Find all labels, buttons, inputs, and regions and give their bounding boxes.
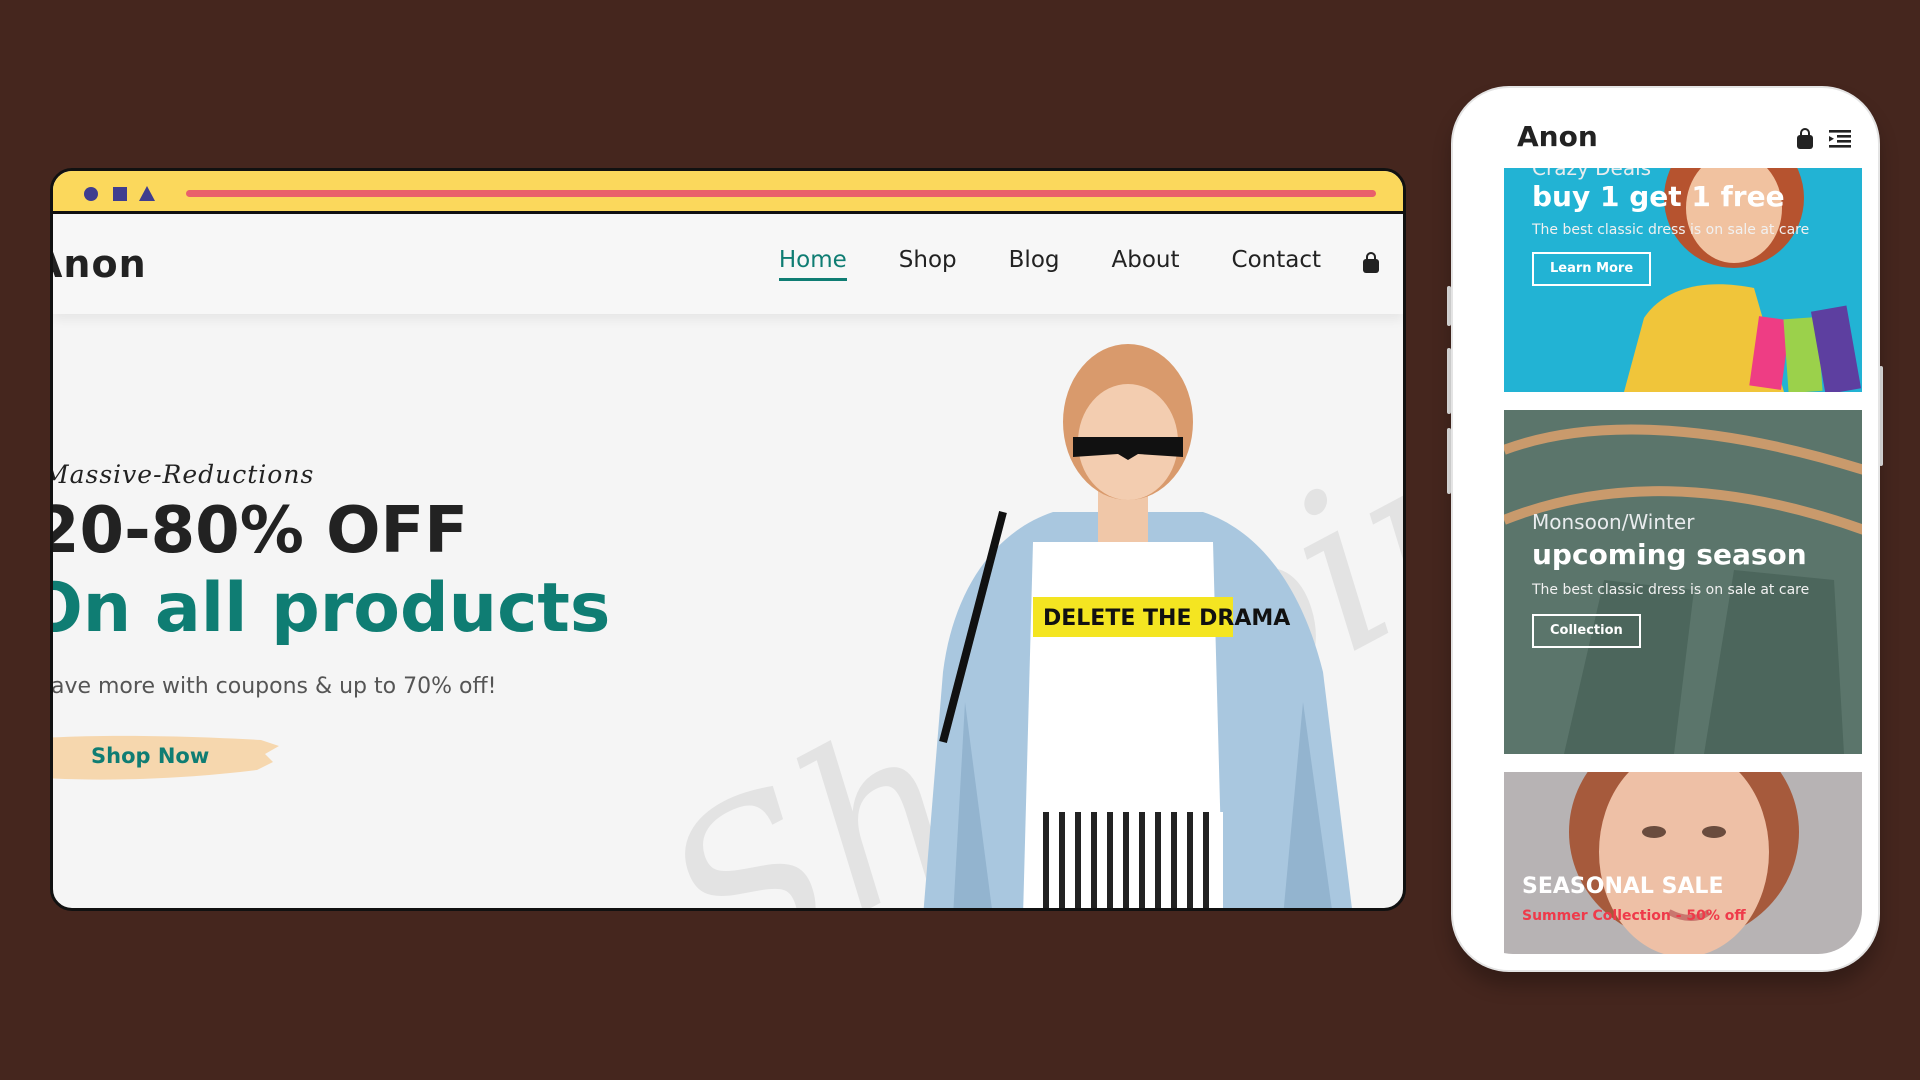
nav-home[interactable]: Home (778, 247, 847, 281)
mobile-site-logo[interactable]: Anon (1517, 120, 1598, 153)
banner-subtitle: Crazy Deals (1532, 168, 1652, 180)
hero-section: Shopping Massive-Reductions 20-80% OFF O… (50, 310, 1403, 908)
nav-about[interactable]: About (1112, 247, 1180, 273)
sale-title: SEASONAL SALE (1522, 874, 1724, 899)
learn-more-button[interactable]: Learn More (1532, 252, 1652, 286)
triangle-icon (139, 186, 155, 201)
main-nav: Home Shop Blog About Contact (778, 247, 1321, 281)
banner-description: The best classic dress is on sale at car… (1532, 582, 1810, 598)
phone-screen: Anon Crazy Deals buy 1 get 1 free The be… (1469, 102, 1862, 954)
banner-title: upcoming season (1532, 538, 1807, 571)
shopping-bag-icon[interactable] (1361, 252, 1381, 274)
square-icon (113, 187, 127, 201)
shopping-bag-icon[interactable] (1795, 128, 1815, 150)
sale-subtitle: Summer Collection - 50% off (1522, 908, 1746, 924)
banner-subtitle: Monsoon/Winter (1532, 510, 1695, 534)
shop-now-button[interactable]: Shop Now (53, 732, 288, 784)
browser-top-bar (53, 171, 1403, 214)
banner-title: buy 1 get 1 free (1532, 180, 1785, 213)
hero-headline: 20-80% OFF (50, 494, 468, 568)
banner-description: The best classic dress is on sale at car… (1532, 222, 1810, 238)
circle-icon (84, 187, 98, 201)
nav-shop[interactable]: Shop (899, 247, 957, 273)
site-logo[interactable]: Anon (53, 242, 147, 286)
site-header: Anon Home Shop Blog About Contact (53, 214, 1403, 314)
hero-headline-secondary: On all products (50, 569, 611, 648)
striped-skirt (1033, 812, 1223, 908)
mobile-phone-mockup: Anon Crazy Deals buy 1 get 1 free The be… (1451, 86, 1880, 972)
promo-banner-1[interactable]: Crazy Deals buy 1 get 1 free The best cl… (1504, 168, 1862, 392)
hero-subtext: Save more with coupons & up to 70% off! (50, 674, 497, 699)
desktop-browser-mockup: Anon Home Shop Blog About Contact Shoppi… (50, 168, 1406, 911)
shirt-print-text: DELETE THE DRAMA (1043, 606, 1290, 631)
promo-banner-3[interactable]: SEASONAL SALE Summer Collection - 50% of… (1504, 772, 1862, 954)
hero-model-image: DELETE THE DRAMA (923, 344, 1352, 908)
nav-blog[interactable]: Blog (1009, 247, 1060, 273)
nav-contact[interactable]: Contact (1232, 247, 1321, 273)
promo-banner-2[interactable]: Monsoon/Winter upcoming season The best … (1504, 410, 1862, 754)
menu-icon[interactable] (1829, 130, 1851, 148)
banner-portrait-image (1569, 772, 1799, 954)
shop-now-label: Shop Now (91, 744, 210, 768)
address-bar[interactable] (186, 190, 1376, 197)
hero-tagline: Massive-Reductions (50, 460, 315, 489)
collection-button[interactable]: Collection (1532, 614, 1641, 648)
